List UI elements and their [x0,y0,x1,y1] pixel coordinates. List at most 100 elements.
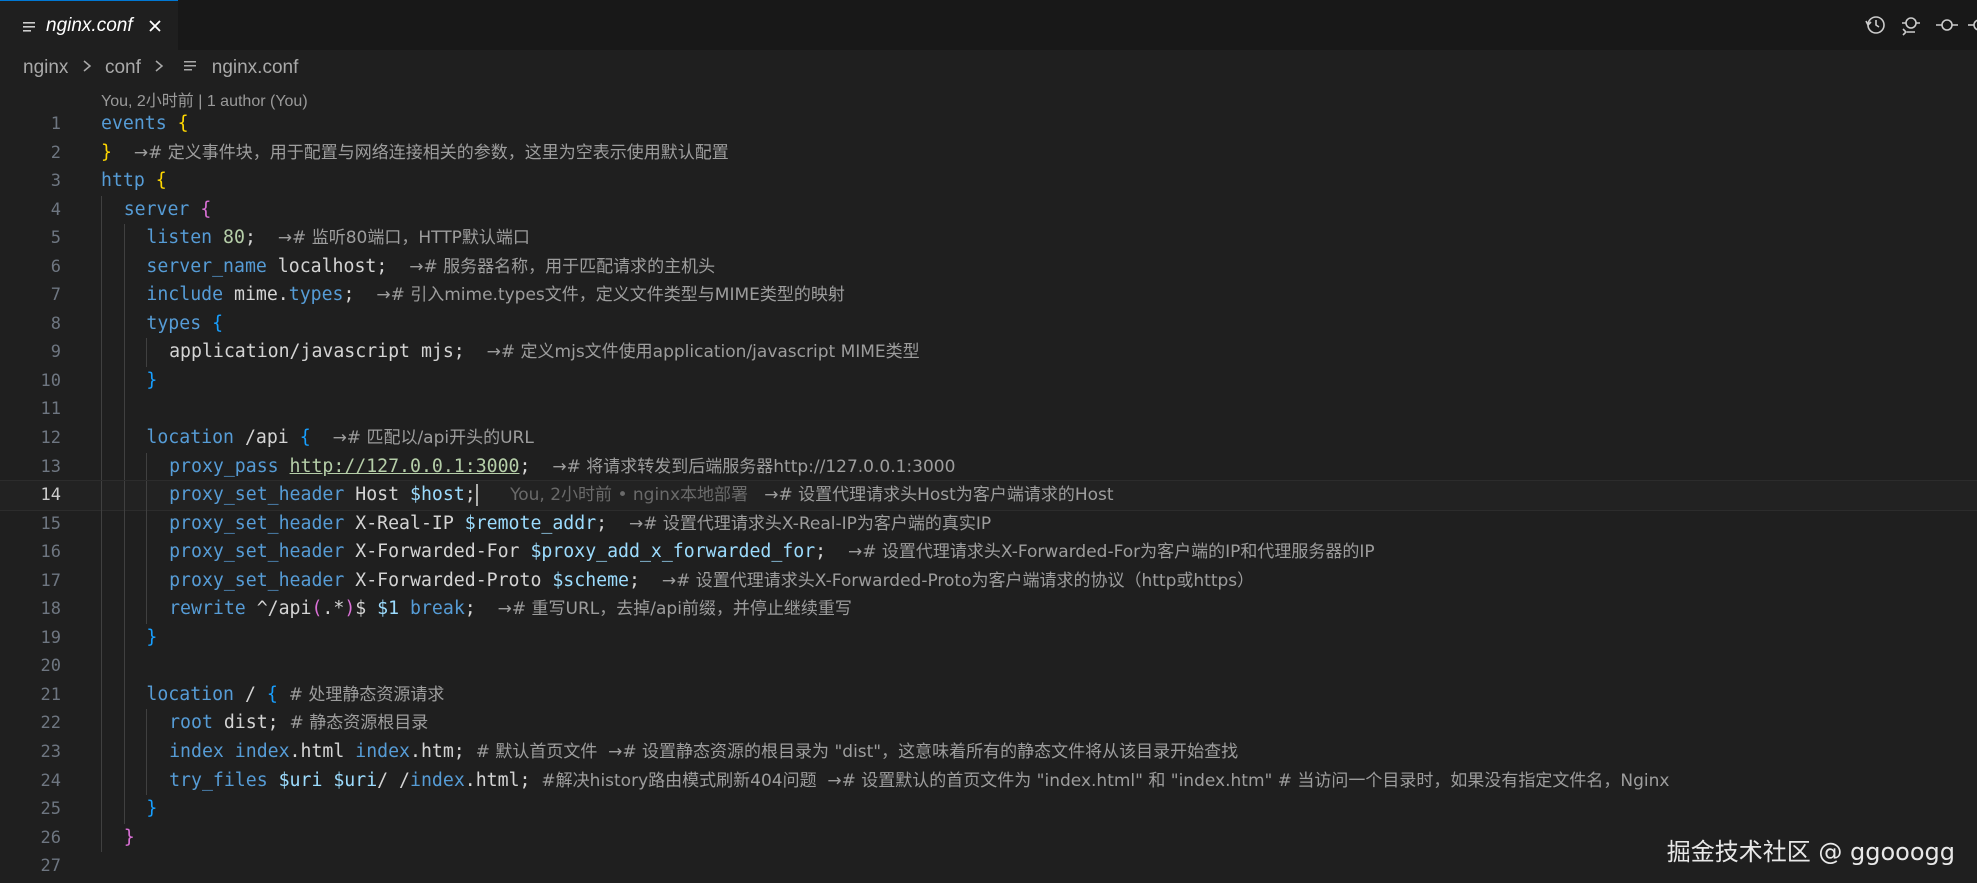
git-commit-icon[interactable] [1935,13,1959,37]
code-comment: →# 引入mime.types文件，定义文件类型与MIME类型的映射 [376,285,845,306]
code-token: ^/api [256,598,312,620]
indent-guide [101,452,102,482]
code-token: $remote_addr [464,512,597,534]
code-line[interactable]: 20 [0,652,1977,681]
code-line[interactable]: 17 proxy_set_header X-Forwarded-Proto $sc… [0,566,1977,596]
indent-guide [101,680,102,710]
code-text: listen 80; →# 监听80端口，HTTP默认端口 [146,224,529,253]
code-token: } [123,826,135,848]
code-line[interactable]: 24 try_files $uri $uri/ /index.html; #解决h… [0,766,1977,796]
git-commit-more-icon[interactable] [1967,13,1977,37]
indent-guide [123,738,125,767]
code-token: proxy_set_header [169,569,356,591]
code-token: ; [464,598,498,620]
indent-guide [123,481,125,510]
code-token: $uri $uri [278,769,378,791]
code-line[interactable]: 19} [0,623,1977,653]
file-lines-icon [184,61,197,71]
code-token: .htm; [410,741,476,763]
line-number: 5 [50,228,61,249]
close-icon[interactable] [147,18,163,34]
code-line[interactable]: 1 events { [0,110,1977,139]
indent-guide [101,709,102,739]
code-token: X-Forwarded-For [355,541,531,563]
code-token: dist; [223,712,290,734]
code-line[interactable]: 4 server { [0,195,1977,225]
indent-guide [146,338,148,367]
code-token: try_files [169,769,279,791]
tab-bar: nginx.conf [0,0,1977,50]
code-line[interactable]: 2} →# 定义事件块，用于配置与网络连接相关的参数，这里为空表示使用默认配置 [0,139,1977,168]
code-line[interactable]: 13 proxy_pass http://127.0.0.1:3000; →# 将… [0,452,1977,482]
code-line[interactable]: 18 rewrite ^/api(.*)$ $1 break; →# 重写URL，… [0,595,1977,624]
code-text: } →# 定义事件块，用于配置与网络连接相关的参数，这里为空表示使用默认配置 [101,139,729,168]
code-line[interactable]: 5 listen 80; →# 监听80端口，HTTP默认端口 [0,224,1977,253]
breadcrumb-item-nginx[interactable]: nginx [23,57,68,79]
code-line[interactable]: 8 types { [0,309,1977,339]
code-line[interactable]: 16 proxy_set_header X-Forwarded-For $prox… [0,538,1977,567]
code-line[interactable]: 12 location /api { →# 匹配以/api开头的URL [0,424,1977,453]
code-text: } [146,624,157,653]
line-number: 4 [50,199,61,220]
code-text: location /api { →# 匹配以/api开头的URL [146,424,533,453]
code-token: } [146,626,158,648]
line-number: 11 [40,399,61,420]
code-line[interactable]: 15 proxy_set_header X-Real-IP $remote_add… [0,509,1977,539]
line-number: 17 [40,570,61,591]
code-token: ( [311,598,323,620]
code-text: } [124,824,135,853]
code-token: X-Real-IP [355,512,465,534]
code-line[interactable]: 23 index index.html index.htm; # 默认首页文件 →… [0,738,1977,767]
code-comment: →# 定义mjs文件使用application/javascript MIME类… [486,342,920,363]
indent-guide [101,424,102,453]
code-token: index [234,741,290,763]
code-comment: # 默认首页文件 →# 设置静态资源的根目录为 "dist"，这意味着所有的静态… [475,742,1239,763]
code-token: ; [343,284,377,306]
indent-guide [123,595,125,624]
line-number: 27 [40,856,61,877]
indent-guide [123,623,125,653]
code-token: } [146,369,158,391]
code-token: $scheme [552,569,630,591]
code-token: } [146,798,158,820]
code-token: / / [377,769,411,791]
code-text: server { [124,196,212,225]
code-editor[interactable]: 1 events {2} →# 定义事件块，用于配置与网络连接相关的参数，这里为空… [0,110,1977,883]
tab-nginx-conf[interactable]: nginx.conf [0,0,178,50]
code-line[interactable]: 21 location / { # 处理静态资源请求 [0,680,1977,710]
code-line[interactable]: 7 include mime.types; →# 引入mime.types文件，定… [0,281,1977,310]
code-line[interactable]: 14 proxy_set_header Host $host; You, 2小时前… [0,480,1977,511]
indent-guide [123,452,125,482]
code-line[interactable]: 25} [0,795,1977,824]
git-blame-codelens[interactable]: You, 2小时前 | 1 author (You) [101,87,308,111]
code-line[interactable]: 6 server_name localhost; →# 服务器名称，用于匹配请求的… [0,252,1977,282]
code-line[interactable]: 9 application/javascript mjs; →# 定义mjs文件使… [0,338,1977,367]
code-text: proxy_pass http://127.0.0.1:3000; →# 将请求… [169,453,955,482]
code-line[interactable]: 11 [0,395,1977,425]
code-token: http://127.0.0.1:3000 [289,455,520,477]
chevron-right-icon [155,60,164,72]
breadcrumb-item-nginx-conf[interactable]: nginx.conf [212,57,299,79]
indent-guide [101,538,102,567]
code-text: types { [146,310,223,339]
code-line[interactable]: 10} [0,366,1977,396]
indent-guide [123,509,125,539]
history-icon[interactable] [1863,13,1887,37]
line-number: 8 [50,313,61,334]
code-token: .html [289,741,356,763]
indent-guide [101,738,102,767]
line-number: 1 [50,114,61,134]
git-compare-icon[interactable] [1899,13,1923,37]
indent-guide [123,309,125,339]
code-token: { [212,312,224,334]
indent-guide [101,309,102,339]
code-line[interactable]: 3 http { [0,167,1977,196]
code-line[interactable]: 22 root dist; # 静态资源根目录 [0,709,1977,739]
code-token: application/javascript mjs; [169,341,487,363]
code-text: root dist; # 静态资源根目录 [169,709,428,738]
breadcrumb-item-conf[interactable]: conf [105,57,141,79]
chevron-right-icon [83,60,91,72]
line-number: 25 [40,799,61,820]
code-token: types [146,312,213,334]
